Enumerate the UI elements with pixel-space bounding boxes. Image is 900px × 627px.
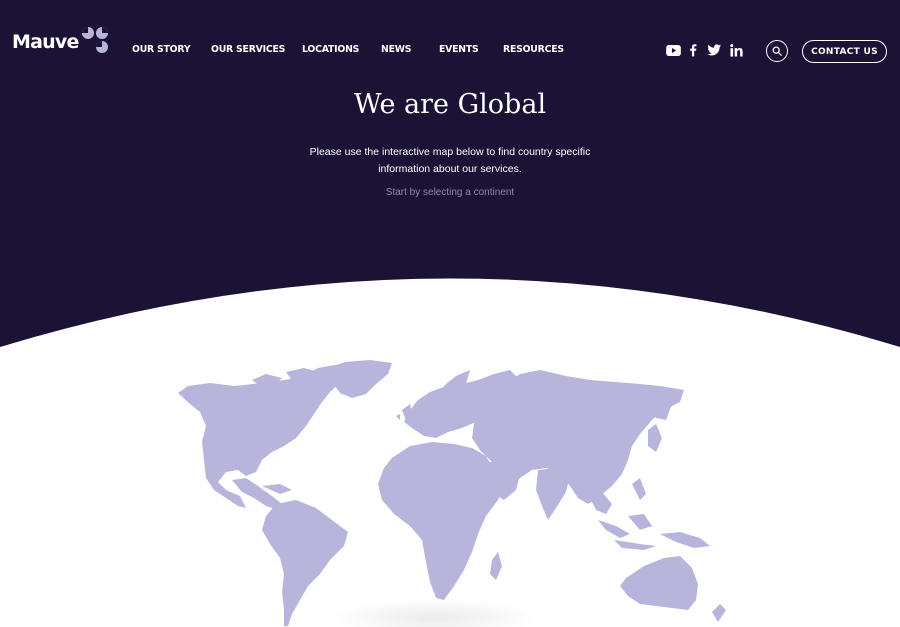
continent-south-america[interactable] xyxy=(262,500,348,626)
india[interactable] xyxy=(536,468,570,520)
indonesia[interactable] xyxy=(598,514,710,550)
greenland[interactable] xyxy=(328,360,392,398)
world-map xyxy=(178,360,726,626)
continent-oceania[interactable] xyxy=(620,556,698,610)
new-zealand[interactable] xyxy=(712,604,726,622)
japan[interactable] xyxy=(648,424,662,452)
continent-africa[interactable] xyxy=(378,442,504,600)
philippines[interactable] xyxy=(632,478,646,500)
madagascar[interactable] xyxy=(490,552,502,580)
